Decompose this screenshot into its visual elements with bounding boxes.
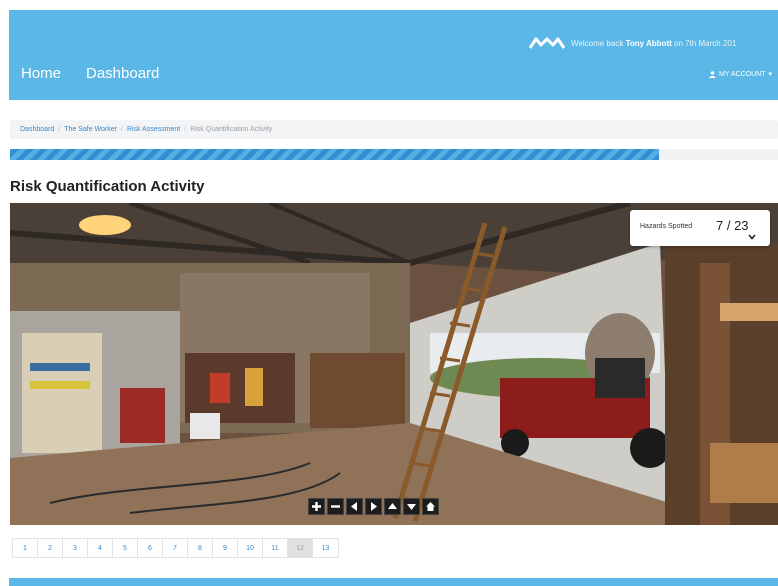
hazards-spotted-panel[interactable]: Hazards Spotted 7 / 23 — [630, 210, 770, 246]
viewer-controls — [308, 498, 439, 515]
nav-home-link[interactable]: Home — [21, 65, 61, 82]
progress-bar — [10, 149, 778, 160]
page-link-10[interactable]: 10 — [238, 539, 263, 557]
page-link-5[interactable]: 5 — [113, 539, 138, 557]
pan-down-button[interactable] — [403, 498, 420, 515]
pan-up-button[interactable] — [384, 498, 401, 515]
zoom-out-button[interactable] — [327, 498, 344, 515]
user-name: Tony Abbott — [625, 39, 672, 48]
page-link-9[interactable]: 9 — [213, 539, 238, 557]
pan-right-icon — [371, 502, 377, 511]
page-link-3[interactable]: 3 — [63, 539, 88, 557]
pan-up-icon — [388, 503, 397, 509]
panorama-viewer[interactable] — [10, 203, 778, 525]
active-nav-caret — [38, 90, 56, 99]
user-icon — [709, 70, 716, 78]
page-link-13[interactable]: 13 — [313, 539, 338, 557]
zoom-out-icon — [331, 505, 340, 508]
breadcrumb-separator: / — [58, 126, 61, 133]
zoom-in-icon — [312, 502, 321, 511]
home-icon — [426, 502, 435, 511]
breadcrumb-safe-worker[interactable]: The Safe Worker — [64, 126, 117, 133]
page-link-8[interactable]: 8 — [188, 539, 213, 557]
page-link-11[interactable]: 11 — [263, 539, 288, 557]
brand-logo-icon — [529, 37, 565, 49]
my-account-dropdown[interactable]: MY ACCOUNT ▾ — [709, 70, 772, 78]
pan-down-icon — [407, 504, 416, 510]
breadcrumb-risk-assessment[interactable]: Risk Assessment — [127, 126, 180, 133]
caret-down-icon: ▾ — [768, 71, 772, 78]
page-link-1[interactable]: 1 — [13, 539, 38, 557]
workshop-scene-image — [10, 203, 778, 525]
chevron-down-icon[interactable] — [748, 234, 756, 240]
breadcrumb-current: Risk Quantification Activity — [190, 126, 273, 133]
breadcrumb-separator: / — [120, 126, 123, 133]
page-title: Risk Quantification Activity — [10, 178, 205, 195]
welcome-prefix: Welcome back — [571, 39, 624, 48]
footer-bar — [9, 578, 778, 586]
hazards-count: 7 / 23 — [716, 218, 749, 233]
page-link-12[interactable]: 12 — [288, 539, 313, 557]
welcome-suffix: on 7th March 201 — [674, 39, 737, 48]
page-link-2[interactable]: 2 — [38, 539, 63, 557]
top-header: Home Dashboard Welcome back Tony Abbott … — [9, 10, 778, 100]
welcome-message: Welcome back Tony Abbott on 7th March 20… — [571, 39, 778, 48]
page-link-4[interactable]: 4 — [88, 539, 113, 557]
progress-fill — [10, 149, 659, 160]
pan-left-icon — [351, 502, 357, 511]
account-label: MY ACCOUNT — [718, 70, 766, 78]
reset-view-button[interactable] — [422, 498, 439, 515]
hazards-label: Hazards Spotted — [640, 223, 693, 230]
page-link-6[interactable]: 6 — [138, 539, 163, 557]
pan-left-button[interactable] — [346, 498, 363, 515]
breadcrumb: Dashboard / The Safe Worker / Risk Asses… — [10, 120, 778, 139]
pagination: 1 2 3 4 5 6 7 8 9 10 11 12 13 — [12, 538, 339, 558]
zoom-in-button[interactable] — [308, 498, 325, 515]
pan-right-button[interactable] — [365, 498, 382, 515]
breadcrumb-dashboard[interactable]: Dashboard — [20, 126, 54, 133]
page-link-7[interactable]: 7 — [163, 539, 188, 557]
breadcrumb-separator: / — [184, 126, 187, 133]
nav-dashboard-link[interactable]: Dashboard — [86, 65, 159, 82]
